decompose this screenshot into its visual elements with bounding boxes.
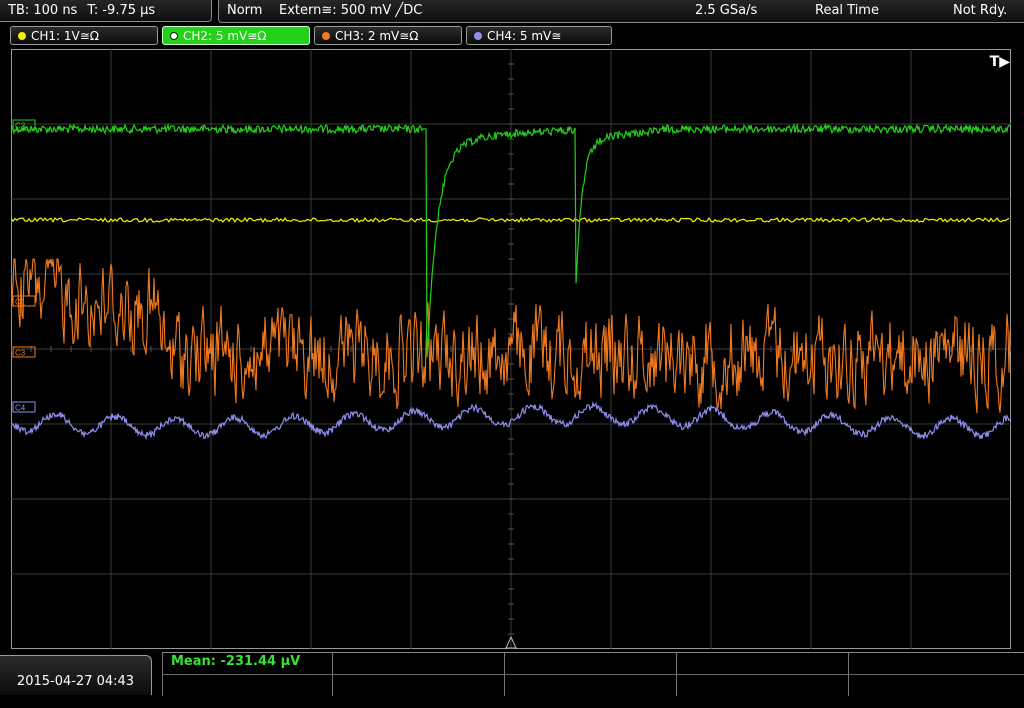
trigger-time-value: T: -9.75 µs (87, 3, 156, 18)
acquisition-state: Not Rdy. (953, 3, 1008, 18)
tab-ch2-label: CH2: 5 mV≅Ω (183, 29, 267, 43)
ch3-dot-icon (322, 32, 330, 40)
trigger-panel[interactable]: Norm Extern≅: 500 mV ╱DC 2.5 GSa/s Real … (218, 0, 1024, 23)
timebase-value: TB: 100 ns (8, 3, 78, 18)
measurement-mean: Mean: -231.44 µV (171, 654, 301, 669)
channel-tabs: CH1: 1V≅Ω CH2: 5 mV≅Ω CH3: 2 mV≅Ω CH4: 5… (0, 26, 1024, 47)
tab-ch4-label: CH4: 5 mV≅ (487, 29, 562, 43)
ch2-marker-label: C2 (15, 122, 26, 131)
ch3-marker-label: C3 (15, 349, 26, 358)
measurement-divider (162, 674, 1024, 675)
tab-ch3[interactable]: CH3: 2 mV≅Ω (314, 26, 462, 45)
tab-ch2[interactable]: CH2: 5 mV≅Ω (162, 26, 310, 45)
trigger-source: Extern≅: 500 mV ╱DC (279, 3, 423, 18)
ch4-dot-icon (474, 32, 482, 40)
acquisition-mode: Real Time (815, 3, 879, 18)
tab-ch1[interactable]: CH1: 1V≅Ω (10, 26, 158, 45)
tab-ch4[interactable]: CH4: 5 mV≅ (466, 26, 612, 45)
ch1-marker-label: C1 (15, 298, 26, 307)
tab-ch3-label: CH3: 2 mV≅Ω (335, 29, 419, 43)
measurement-bar: Mean: -231.44 µV (162, 652, 1024, 696)
trigger-marker-icon[interactable]: T▶ (990, 54, 1010, 70)
waveform-svg: C2 C1 C3 C4 (11, 49, 1011, 649)
ch1-dot-icon (18, 32, 26, 40)
ch2-dot-icon (170, 32, 178, 40)
ch4-marker-label: C4 (15, 404, 26, 413)
trigger-mode: Norm (227, 3, 263, 18)
date-time: 2015-04-27 04:43 (0, 655, 152, 695)
timebase-panel[interactable]: TB: 100 ns T: -9.75 µs (0, 0, 212, 22)
status-bar: TB: 100 ns T: -9.75 µs Norm Extern≅: 500 … (0, 0, 1024, 25)
tab-ch1-label: CH1: 1V≅Ω (31, 29, 99, 43)
waveform-display[interactable]: C2 C1 C3 C4 (11, 49, 1011, 649)
sample-rate: 2.5 GSa/s (695, 3, 758, 18)
